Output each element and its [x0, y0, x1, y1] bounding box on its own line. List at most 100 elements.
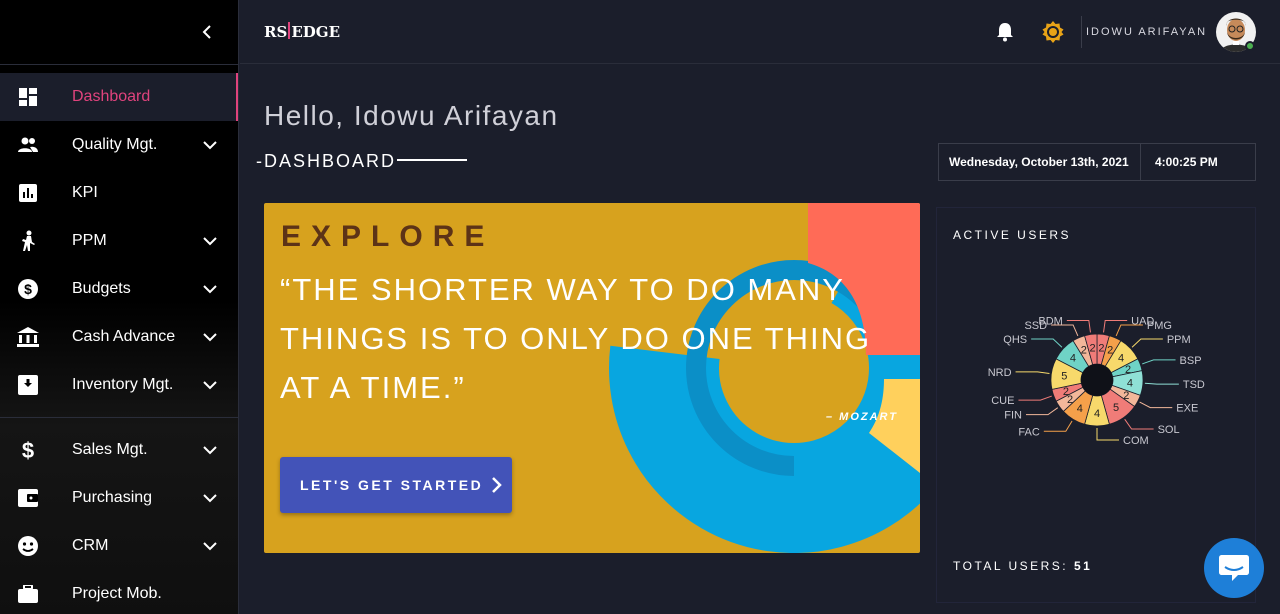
pie-value-label: 2: [1063, 386, 1069, 398]
pie-leader-line: [1031, 338, 1063, 348]
pie-leader-line: [1066, 320, 1091, 333]
pie-leader-line: [1025, 407, 1059, 416]
date-time-display: Wednesday, October 13th, 2021 4:00:25 PM: [938, 143, 1256, 181]
bell-icon: [997, 23, 1013, 42]
pie-value-label: 4: [1127, 377, 1133, 389]
banner-quote: “THE SHORTER WAY TO DO MANY THINGS IS TO…: [280, 272, 872, 405]
pie-leader-line: [1103, 320, 1128, 333]
total-users-value: 51: [1073, 559, 1093, 573]
chevron-down-icon: [200, 231, 220, 251]
page-title: Hello, Idowu Arifayan: [264, 100, 559, 131]
pie-value-label: 2: [1098, 342, 1104, 354]
theme-toggle-button[interactable]: [1041, 20, 1065, 44]
get-started-button[interactable]: LET'S GET STARTED: [280, 457, 512, 513]
current-time: 4:00:25 PM: [1155, 155, 1218, 169]
svg-text:$: $: [24, 281, 32, 297]
collapse-sidebar-button[interactable]: [196, 20, 220, 44]
sidebar-item-label: Sales Mgt.: [72, 441, 148, 458]
pie-leader-line: [1142, 359, 1176, 365]
pie-leader-line: [1139, 401, 1173, 409]
chevron-down-icon: [200, 327, 220, 347]
sidebar-item-kpi[interactable]: KPI: [0, 169, 238, 217]
pie-leader-line: [1144, 382, 1179, 385]
pie-category-label: FIN: [1004, 410, 1022, 422]
pie-category-label: QHS: [1003, 334, 1027, 346]
chat-icon: [1219, 555, 1249, 581]
subtitle-underline: [397, 159, 467, 161]
pie-category-label: PMG: [1147, 320, 1172, 332]
pie-category-label: BDM: [1038, 316, 1062, 328]
pie-leader-line: [1015, 371, 1050, 374]
total-users: TOTAL USERS: 51: [953, 559, 1092, 573]
chevron-down-icon: [200, 279, 220, 299]
sidebar-item-label: KPI: [72, 184, 98, 201]
sidebar-item-cash-advance[interactable]: Cash Advance: [0, 313, 238, 361]
total-users-label: TOTAL USERS:: [953, 559, 1069, 573]
pie-category-label: COM: [1123, 435, 1149, 447]
dollar-icon: $: [17, 439, 39, 461]
donut-hole: [1081, 364, 1113, 396]
pie-category-label: NRD: [988, 367, 1012, 379]
sidebar-item-inventory-mgt[interactable]: Inventory Mgt.: [0, 361, 238, 409]
chat-button[interactable]: [1204, 538, 1264, 598]
pie-category-label: BSP: [1180, 355, 1202, 367]
sidebar-item-dashboard[interactable]: Dashboard: [0, 73, 238, 121]
sidebar-item-label: Inventory Mgt.: [72, 376, 174, 393]
sidebar-item-label: CRM: [72, 537, 109, 554]
logo-text-right: EDGE: [291, 23, 340, 41]
pie-leader-line: [1096, 428, 1119, 441]
online-status-dot: [1245, 41, 1255, 51]
app-logo[interactable]: RS EDGE: [264, 22, 340, 41]
archive-icon: [17, 374, 39, 396]
pie-category-label: SOL: [1158, 424, 1180, 436]
face-icon: [17, 535, 39, 557]
logo-text-left: RS: [264, 23, 288, 41]
sidebar: Dashboard Quality Mgt. KPI PPM $ Budgets…: [0, 0, 239, 614]
sidebar-item-label: Budgets: [72, 280, 131, 297]
quote-author: – MOZART: [826, 411, 899, 423]
sidebar-item-label: Quality Mgt.: [72, 136, 158, 153]
pie-category-label: TSD: [1183, 379, 1205, 391]
active-users-card: ACTIVE USERS 2 UAD 2 PMG 4 PPM 2 BSP 4 TSD 2 EXE 5 SO…: [936, 207, 1256, 603]
chevron-down-icon: [200, 440, 220, 460]
logo-divider: [288, 22, 291, 39]
svg-text:$: $: [22, 439, 34, 461]
pie-value-label: 5: [1061, 371, 1067, 383]
sidebar-item-budgets[interactable]: $ Budgets: [0, 265, 238, 313]
wallet-icon: [17, 487, 39, 509]
explore-banner: EXPLORE “THE SHORTER WAY TO DO MANY THIN…: [264, 203, 920, 553]
people-icon: [17, 134, 39, 156]
user-name[interactable]: IDOWU ARIFAYAN: [1086, 26, 1207, 38]
sidebar-item-label: Purchasing: [72, 489, 153, 506]
pie-value-label: 4: [1094, 408, 1100, 420]
chevron-down-icon: [200, 488, 220, 508]
sidebar-divider: [0, 417, 238, 418]
bank-icon: [17, 326, 39, 348]
sun-icon: [1042, 21, 1064, 43]
top-header: RS EDGE IDOWU ARIFAYAN: [240, 0, 1280, 64]
person-icon: [17, 230, 39, 252]
active-users-title: ACTIVE USERS: [953, 228, 1072, 242]
pie-leader-line: [1043, 420, 1073, 432]
sidebar-item-label: PPM: [72, 232, 107, 249]
dollar-circle-icon: $: [17, 278, 39, 300]
pie-leader-line: [1131, 338, 1163, 348]
pie-value-label: 2: [1089, 342, 1095, 354]
sidebar-item-quality-mgt[interactable]: Quality Mgt.: [0, 121, 238, 169]
sidebar-item-purchasing[interactable]: Purchasing: [0, 474, 238, 522]
notifications-button[interactable]: [995, 22, 1015, 42]
pie-category-label: EXE: [1176, 403, 1198, 415]
sidebar-item-ppm[interactable]: PPM: [0, 217, 238, 265]
chevron-down-icon: [200, 536, 220, 556]
sidebar-item-sales-mgt[interactable]: $ Sales Mgt.: [0, 426, 238, 474]
pie-leader-line: [1124, 418, 1154, 430]
sidebar-item-project-mob[interactable]: Project Mob.: [0, 570, 238, 614]
sidebar-item-label: Cash Advance: [72, 328, 176, 345]
pie-value-label: 4: [1118, 352, 1124, 364]
sidebar-item-label: Dashboard: [72, 88, 151, 105]
sidebar-item-label: Project Mob.: [72, 585, 162, 602]
sidebar-item-crm[interactable]: CRM: [0, 522, 238, 570]
chevron-down-icon: [200, 135, 220, 155]
chevron-down-icon: [200, 375, 220, 395]
header-divider: [1081, 16, 1082, 48]
